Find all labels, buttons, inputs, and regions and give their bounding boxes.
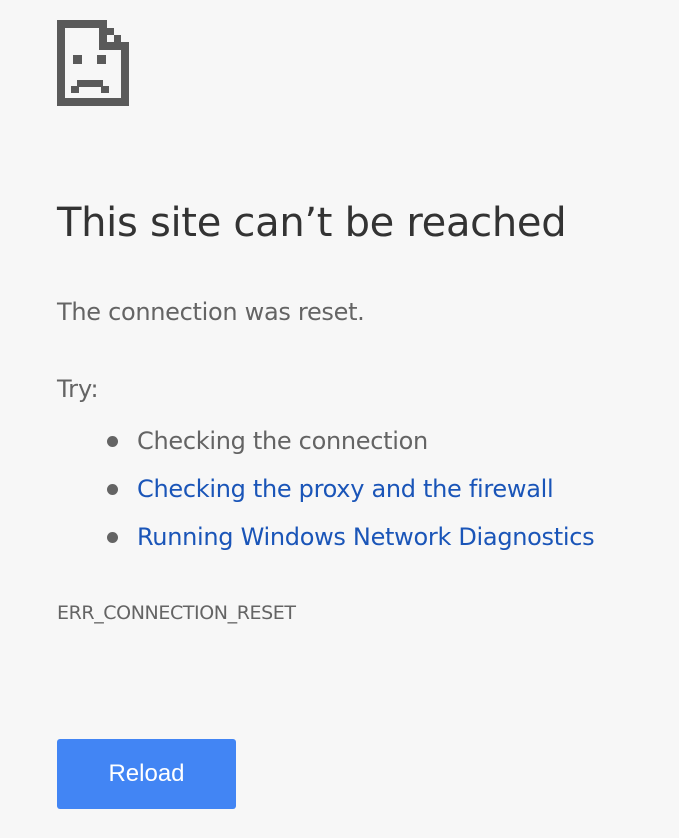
- page-title: This site can’t be reached: [57, 200, 567, 246]
- network-diagnostics-link[interactable]: Running Windows Network Diagnostics: [137, 523, 595, 551]
- suggestion-check-connection: Checking the connection: [107, 422, 594, 470]
- try-label: Try:: [57, 375, 99, 403]
- bullet-icon: [107, 484, 118, 495]
- proxy-firewall-link[interactable]: Checking the proxy and the firewall: [137, 475, 554, 503]
- bullet-icon: [107, 436, 118, 447]
- sad-page-icon: [57, 20, 129, 106]
- error-code: ERR_CONNECTION_RESET: [57, 602, 296, 624]
- suggestion-text: Checking the connection: [137, 427, 428, 455]
- suggestion-network-diagnostics: Running Windows Network Diagnostics: [107, 518, 595, 566]
- suggestions-list: Checking the connection Checking the pro…: [107, 422, 595, 566]
- reload-button[interactable]: Reload: [57, 739, 236, 809]
- error-description: The connection was reset.: [57, 298, 365, 326]
- suggestion-check-proxy-firewall: Checking the proxy and the firewall: [107, 470, 594, 518]
- bullet-icon: [107, 532, 118, 543]
